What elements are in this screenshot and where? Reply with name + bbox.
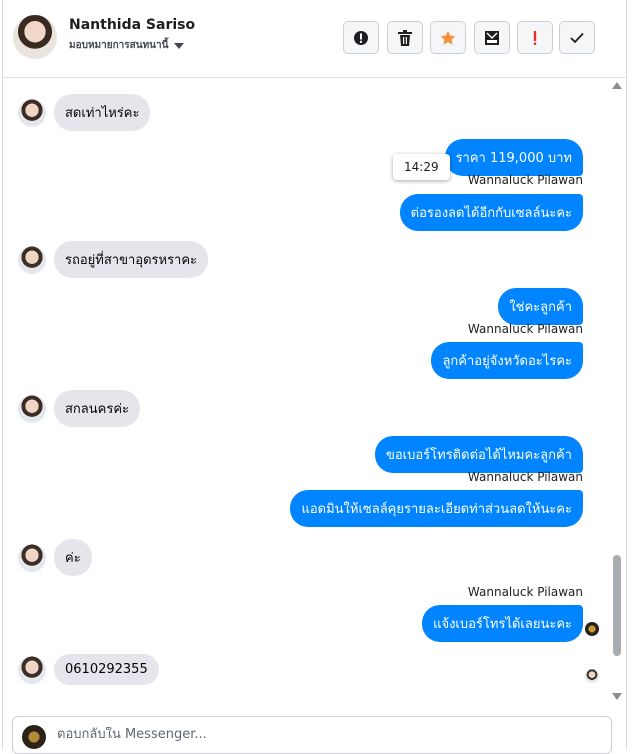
delete-button[interactable] (387, 21, 423, 54)
reply-input[interactable] (57, 727, 597, 742)
star-icon (440, 30, 456, 45)
outgoing-message[interactable]: แจ้งเบอร์โทรได้เลยนะคะ (422, 605, 583, 642)
exclamation-circle-icon (354, 30, 368, 45)
reply-composer[interactable] (12, 716, 612, 754)
outgoing-message[interactable]: แอดมินให้เซลล์คุยรายละเอียดท่าส่วนลดให้น… (290, 490, 583, 527)
assign-conversation-dropdown[interactable]: มอบหมายการสนทนานี้ (69, 38, 185, 53)
messenger-conversation-panel: Nanthida Sariso มอบหมายการสนทนานี้ สดเท่… (0, 0, 636, 754)
conversation-header: Nanthida Sariso มอบหมายการสนทนานี้ (3, 0, 626, 78)
sender-name: Wannaluck Pilawan (467, 585, 583, 599)
sender-name: Wannaluck Pilawan (467, 322, 583, 336)
scroll-up-arrow-icon[interactable] (612, 82, 622, 89)
sender-name: Wannaluck Pilawan (467, 470, 583, 484)
contact-name[interactable]: Nanthida Sariso (69, 17, 195, 33)
mark-done-button[interactable] (559, 21, 595, 54)
archive-icon (485, 30, 499, 45)
avatar[interactable] (18, 98, 46, 127)
list-item: 0610292355 (18, 654, 159, 685)
incoming-message[interactable]: สกลนครค่ะ (54, 390, 141, 427)
incoming-message[interactable]: 0610292355 (54, 654, 159, 685)
page-avatar (22, 725, 46, 749)
outgoing-message[interactable]: ราคา 119,000 บาท (444, 139, 583, 176)
list-item: สดเท่าไหร่คะ (18, 94, 151, 131)
checkmark-icon (570, 32, 584, 43)
message-thread[interactable]: สดเท่าไหร่คะ ราคา 119,000 บาท 14:29 Wann… (3, 78, 626, 706)
incoming-message[interactable]: รถอยู่ที่สาขาอุดรหราคะ (54, 241, 209, 278)
seen-avatar (585, 669, 599, 683)
exclamation-icon (533, 30, 537, 45)
list-item: ค่ะ (18, 539, 92, 576)
trash-icon (398, 29, 412, 46)
list-item: สกลนครค่ะ (18, 390, 141, 427)
outgoing-message[interactable]: ขอเบอร์โทรติดต่อได้ไหมคะลูกค้า (374, 436, 583, 473)
outgoing-message[interactable]: ใช่คะลูกค้า (498, 288, 583, 325)
incoming-message[interactable]: สดเท่าไหร่คะ (54, 94, 151, 131)
assign-label: มอบหมายการสนทนานี้ (69, 40, 169, 51)
panel-border-right (626, 0, 627, 750)
avatar[interactable] (18, 245, 46, 274)
seen-avatar (585, 622, 599, 636)
sender-name: Wannaluck Pilawan (467, 173, 583, 187)
avatar[interactable] (18, 394, 46, 423)
outgoing-message[interactable]: ต่อรองลดได้อีกกับเซลล์นะคะ (399, 194, 583, 231)
incoming-message[interactable]: ค่ะ (54, 539, 92, 576)
star-button[interactable] (430, 21, 466, 54)
avatar[interactable] (18, 543, 46, 572)
scrollbar-thumb[interactable] (613, 555, 621, 656)
archive-button[interactable] (474, 21, 510, 54)
mark-spam-button[interactable] (517, 21, 553, 54)
timestamp-tooltip: 14:29 (393, 154, 450, 180)
contact-avatar[interactable] (13, 15, 57, 59)
list-item: รถอยู่ที่สาขาอุดรหราคะ (18, 241, 209, 278)
follow-up-button[interactable] (343, 21, 379, 54)
outgoing-message[interactable]: ลูกค้าอยู่จังหวัดอะไรคะ (431, 342, 583, 379)
scroll-down-arrow-icon[interactable] (612, 693, 622, 700)
avatar[interactable] (18, 655, 46, 684)
chevron-down-icon (174, 42, 185, 49)
